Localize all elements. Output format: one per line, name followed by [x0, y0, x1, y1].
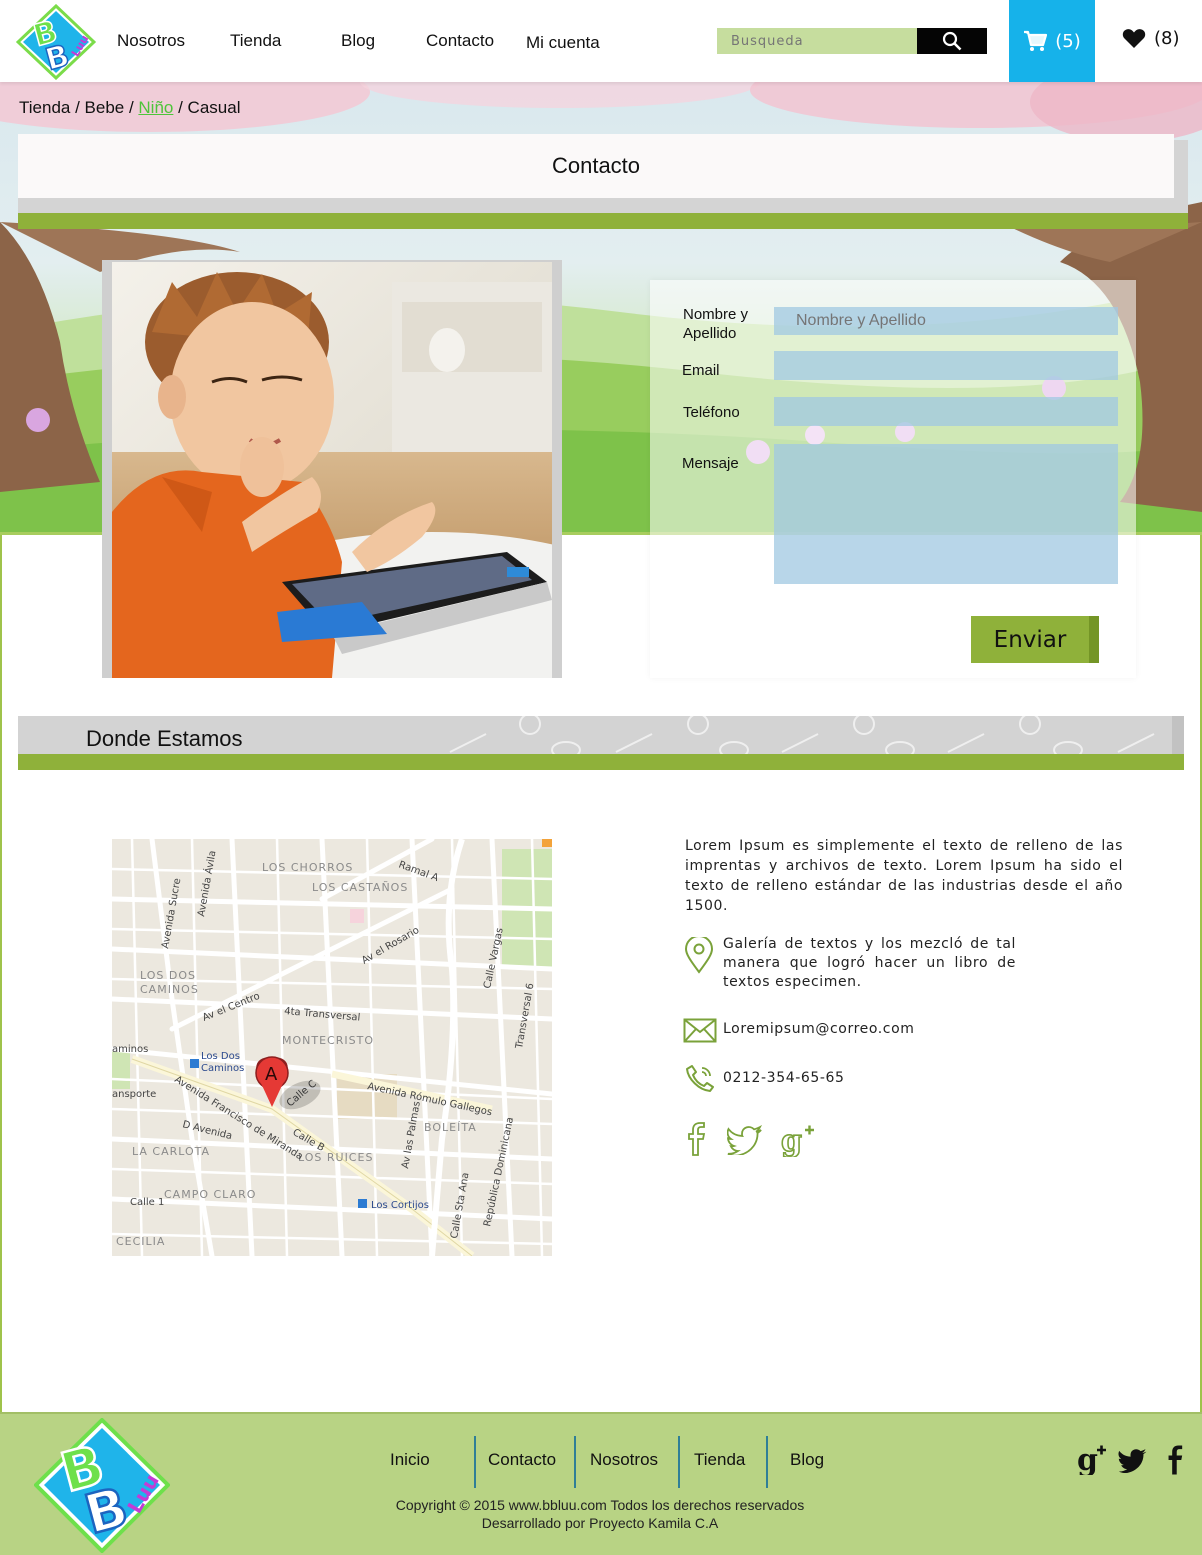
location-title: Donde Estamos — [86, 726, 243, 751]
svg-text:LOS RUICES: LOS RUICES — [298, 1151, 373, 1164]
footer-bbluu-logo[interactable]: B B Luu — [34, 1418, 170, 1553]
title-shadow-bar — [18, 198, 1174, 213]
nav-nosotros[interactable]: Nosotros — [117, 31, 185, 51]
location-header-side — [1172, 716, 1184, 756]
name-label: Nombre y Apellido — [683, 306, 749, 342]
cart-button[interactable]: (5) — [1009, 0, 1095, 82]
svg-text:Los Cortijos: Los Cortijos — [371, 1200, 429, 1211]
search-button[interactable] — [917, 28, 987, 54]
footer-link-tienda[interactable]: Tienda — [694, 1450, 745, 1470]
title-green-bar — [18, 213, 1188, 229]
phone-label: Teléfono — [683, 404, 740, 421]
email-label: Email — [682, 362, 720, 379]
breadcrumb-tienda[interactable]: Tienda — [19, 98, 70, 117]
svg-text:CAMINOS: CAMINOS — [140, 983, 199, 996]
svg-text:g: g — [781, 1124, 802, 1157]
child-with-tablet-photo — [112, 262, 552, 678]
svg-text:aminos: aminos — [112, 1044, 148, 1055]
heart-icon — [1122, 29, 1146, 48]
cart-icon — [1024, 30, 1048, 51]
search-input[interactable] — [717, 28, 917, 54]
svg-text:Caminos: Caminos — [201, 1063, 244, 1074]
email-field[interactable] — [774, 351, 1118, 380]
contact-email[interactable]: Loremipsum@correo.com — [723, 1021, 915, 1037]
nav-contacto[interactable]: Contacto — [426, 31, 494, 51]
svg-text:g: g — [1077, 1443, 1098, 1475]
svg-text:LOS CASTAÑOS: LOS CASTAÑOS — [312, 881, 408, 894]
svg-text:A: A — [265, 1064, 278, 1085]
title-shadow-side — [1174, 140, 1188, 215]
location-address: Galería de textos y los mezcló de tal ma… — [723, 936, 1016, 990]
footer-link-inicio[interactable]: Inicio — [390, 1450, 430, 1470]
breadcrumb-casual: Casual — [187, 98, 241, 117]
facebook-icon[interactable] — [684, 1122, 706, 1156]
breadcrumb-bebe[interactable]: Bebe — [85, 98, 125, 117]
svg-text:Los Dos: Los Dos — [201, 1051, 240, 1062]
mail-icon — [683, 1018, 717, 1043]
nav-mi-cuenta[interactable]: Mi cuenta — [526, 33, 600, 53]
svg-text:LOS CHORROS: LOS CHORROS — [262, 861, 353, 874]
location-description: Lorem Ipsum es simplemente el texto de r… — [685, 838, 1123, 914]
footer-link-contacto[interactable]: Contacto — [488, 1450, 556, 1470]
phone-field[interactable] — [774, 397, 1118, 426]
footer-separator — [574, 1436, 576, 1488]
favorites-button[interactable]: (8) — [1122, 28, 1180, 49]
phone-icon — [686, 1065, 714, 1092]
left-border-line — [0, 535, 2, 1415]
svg-text:MONTECRISTO: MONTECRISTO — [282, 1034, 374, 1047]
page-title: Contacto — [18, 134, 1174, 198]
footer-facebook-icon[interactable] — [1164, 1444, 1184, 1476]
footer-separator — [766, 1436, 768, 1488]
site-header: B B Luu Nosotros Tienda Blog Contacto Mi… — [0, 0, 1202, 82]
twitter-icon[interactable] — [727, 1125, 763, 1155]
favorites-count: (8) — [1154, 28, 1180, 49]
message-field[interactable] — [774, 444, 1118, 584]
footer-separator — [678, 1436, 680, 1488]
site-footer: B B Luu — [0, 1412, 1202, 1555]
footer-google-plus-icon[interactable]: g — [1077, 1443, 1107, 1475]
svg-text:CAMPO CLARO: CAMPO CLARO — [164, 1188, 256, 1201]
message-label: Mensaje — [682, 455, 739, 472]
svg-text:Calle 1: Calle 1 — [130, 1197, 164, 1208]
svg-text:BOLEÍTA: BOLEÍTA — [424, 1121, 477, 1134]
location-map[interactable]: LOS CHORROS LOS CASTAÑOS LOS DOS CAMINOS… — [112, 839, 552, 1256]
breadcrumb: Tienda / Bebe / Niño / Casual — [19, 98, 241, 117]
svg-text:CECILIA: CECILIA — [116, 1235, 165, 1248]
footer-link-nosotros[interactable]: Nosotros — [590, 1450, 658, 1470]
nav-tienda[interactable]: Tienda — [230, 31, 281, 51]
breadcrumb-nino[interactable]: Niño — [138, 98, 173, 117]
nav-blog[interactable]: Blog — [341, 31, 375, 51]
location-pin-icon — [684, 937, 714, 974]
footer-separator — [474, 1436, 476, 1488]
svg-text:ansporte: ansporte — [112, 1089, 156, 1100]
footer-link-blog[interactable]: Blog — [790, 1450, 824, 1470]
bbluu-logo[interactable]: B B Luu — [16, 4, 96, 80]
cart-count: (5) — [1055, 30, 1081, 52]
contact-phone: 0212-354-65-65 — [723, 1070, 845, 1086]
google-plus-icon[interactable]: g — [781, 1123, 815, 1157]
copyright-text: Copyright © 2015 www.bbluu.com Todos los… — [395, 1497, 805, 1531]
name-field[interactable] — [774, 307, 1118, 335]
location-green-bar — [18, 754, 1184, 770]
search-icon — [942, 31, 962, 51]
send-button[interactable]: Enviar — [971, 616, 1099, 663]
svg-text:LOS DOS: LOS DOS — [140, 969, 196, 982]
footer-twitter-icon[interactable] — [1118, 1447, 1148, 1473]
svg-text:LA CARLOTA: LA CARLOTA — [132, 1145, 210, 1158]
